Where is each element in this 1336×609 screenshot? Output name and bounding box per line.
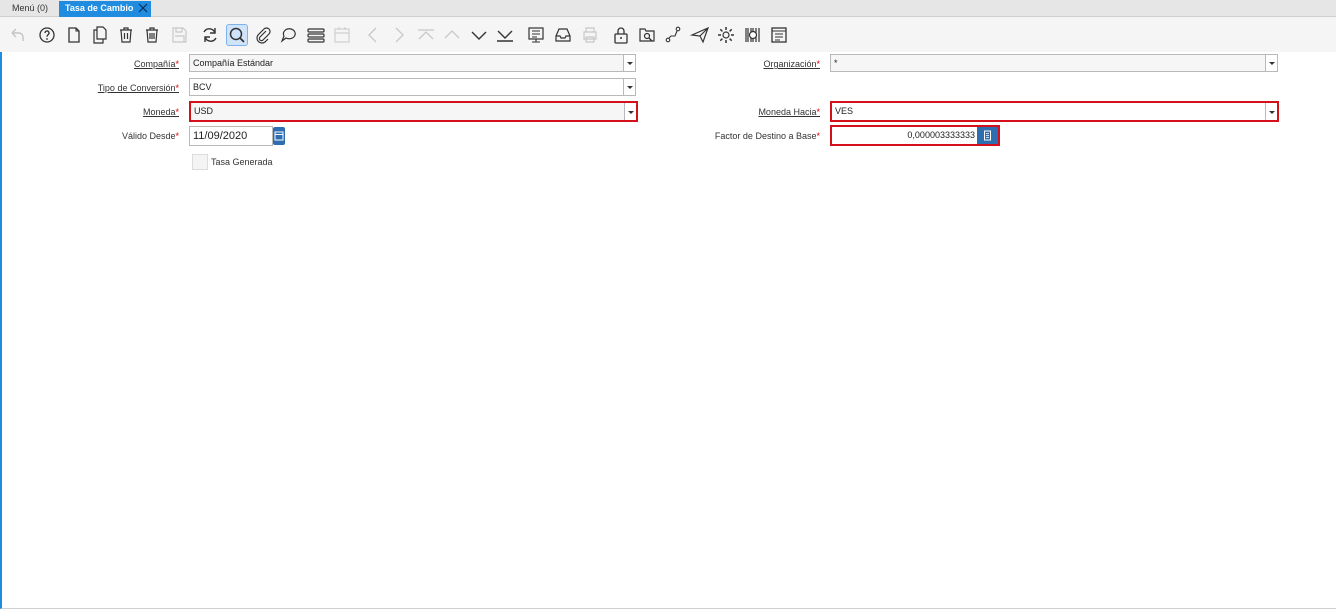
send-request-icon (690, 26, 710, 44)
calendar-button[interactable] (331, 24, 353, 46)
form-panel: Compañía* Compañía Estándar Organización… (0, 52, 1336, 609)
organizacion-value: * (834, 58, 838, 68)
grid-toggle-button[interactable] (305, 24, 327, 46)
undo-button[interactable] (6, 24, 28, 46)
compania-value: Compañía Estándar (193, 58, 274, 68)
print-icon (583, 27, 597, 43)
previous-icon (368, 27, 377, 43)
label-factor: Factor de Destino a Base* (714, 131, 820, 141)
factor-input[interactable]: 0,000003333333 (830, 125, 1000, 146)
tab-menu[interactable]: Menú (0) (6, 1, 54, 17)
compania-select[interactable]: Compañía Estándar (189, 54, 636, 72)
tasa-generada-checkbox[interactable] (192, 154, 208, 170)
save-button[interactable] (168, 24, 190, 46)
new-record-button[interactable] (63, 24, 85, 46)
archive-button[interactable] (552, 24, 574, 46)
process-icon (718, 27, 734, 43)
valido-desde-input[interactable]: 11/09/2020 (189, 126, 273, 146)
moneda-select[interactable]: USD (189, 101, 638, 122)
label-compania[interactable]: Compañía* (134, 59, 179, 69)
close-icon[interactable] (138, 3, 148, 13)
moneda-hacia-value: VES (835, 106, 854, 116)
find-icon (229, 27, 245, 43)
calculator-icon (984, 130, 991, 141)
next-icon (395, 27, 404, 43)
last-record-icon (497, 30, 513, 42)
new-record-icon (68, 27, 80, 43)
save-icon (172, 27, 187, 43)
chat-icon (280, 28, 296, 43)
moneda-value: USD (194, 106, 214, 116)
calendar-icon (274, 131, 284, 141)
attachment-button[interactable] (252, 24, 274, 46)
report-icon (528, 27, 544, 43)
delete-selection-icon (146, 27, 158, 43)
refresh-button[interactable] (199, 24, 221, 46)
undo-icon (11, 28, 24, 41)
lock-button[interactable] (610, 24, 632, 46)
label-tipo-conversion[interactable]: Tipo de Conversión* (98, 83, 179, 93)
delete-selection-button[interactable] (141, 24, 163, 46)
next-button[interactable] (388, 24, 410, 46)
organizacion-select[interactable]: * (830, 54, 1278, 72)
toolbar (0, 17, 1336, 52)
delete-button[interactable] (115, 24, 137, 46)
valido-desde-value: 11/09/2020 (193, 130, 248, 142)
detail-record-button[interactable] (468, 24, 490, 46)
label-moneda[interactable]: Moneda* (143, 107, 179, 117)
print-button[interactable] (579, 24, 601, 46)
print-preview-button[interactable] (768, 24, 790, 46)
label-organizacion[interactable]: Organización* (763, 59, 820, 69)
help-icon (39, 27, 55, 43)
tab-label: Tasa de Cambio (65, 3, 134, 13)
archive-icon (555, 28, 571, 42)
attachment-icon (256, 27, 271, 44)
chevron-down-icon[interactable] (623, 55, 635, 71)
report-button[interactable] (525, 24, 547, 46)
tab-tasa-de-cambio[interactable]: Tasa de Cambio (59, 1, 151, 17)
parent-record-icon (444, 30, 460, 39)
detail-record-icon (471, 31, 487, 40)
first-record-button[interactable] (415, 24, 437, 46)
tipo-conversion-select[interactable]: BCV (189, 78, 636, 96)
moneda-hacia-select[interactable]: VES (830, 101, 1279, 122)
copy-record-button[interactable] (89, 24, 111, 46)
label-tasa-generada: Tasa Generada (211, 157, 273, 167)
label-moneda-hacia[interactable]: Moneda Hacia* (758, 107, 820, 117)
send-request-button[interactable] (689, 24, 711, 46)
refresh-icon (203, 28, 217, 42)
product-info-icon (745, 28, 760, 42)
zoom-across-icon (639, 28, 655, 42)
date-picker-button[interactable] (273, 127, 285, 145)
workflow-icon (665, 26, 681, 43)
parent-record-button[interactable] (441, 24, 463, 46)
workflow-button[interactable] (662, 24, 684, 46)
tipo-conversion-value: BCV (193, 82, 212, 92)
chevron-down-icon[interactable] (1265, 55, 1277, 71)
previous-button[interactable] (362, 24, 384, 46)
help-button[interactable] (36, 24, 58, 46)
zoom-across-button[interactable] (636, 24, 658, 46)
chevron-down-icon[interactable] (1265, 103, 1277, 120)
last-record-button[interactable] (494, 24, 516, 46)
chevron-down-icon[interactable] (624, 103, 636, 120)
lock-icon (614, 27, 628, 44)
label-valido-desde: Válido Desde* (121, 131, 179, 141)
find-button[interactable] (226, 24, 248, 46)
factor-value: 0,000003333333 (907, 130, 975, 140)
delete-icon (120, 27, 132, 43)
grid-toggle-icon (307, 28, 325, 43)
calculator-button[interactable] (977, 127, 998, 144)
chat-button[interactable] (278, 24, 300, 46)
first-record-icon (418, 29, 434, 40)
print-preview-icon (771, 27, 787, 43)
copy-record-icon (93, 26, 107, 44)
window-tab-bar: Menú (0) Tasa de Cambio (0, 0, 1336, 17)
calendar-icon (334, 27, 350, 43)
product-info-button[interactable] (742, 24, 764, 46)
process-button[interactable] (715, 24, 737, 46)
chevron-down-icon[interactable] (623, 79, 635, 95)
